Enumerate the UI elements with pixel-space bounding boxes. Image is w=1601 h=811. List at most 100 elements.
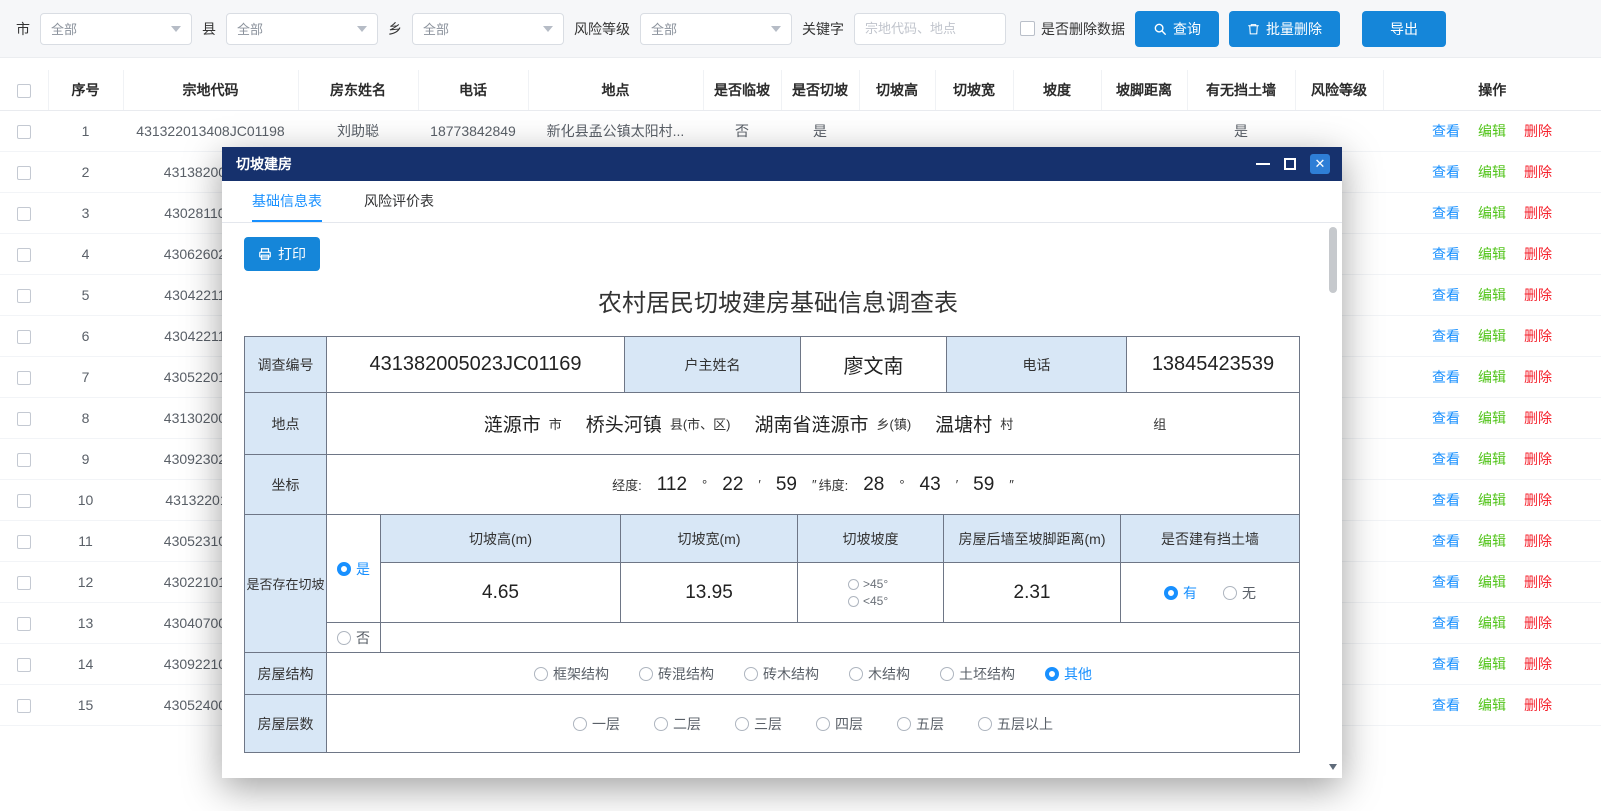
edit-link[interactable]: 编辑 — [1478, 369, 1506, 385]
query-button[interactable]: 查询 — [1135, 11, 1219, 47]
edit-link[interactable]: 编辑 — [1478, 533, 1506, 549]
view-link[interactable]: 查看 — [1432, 697, 1460, 713]
maximize-icon[interactable] — [1284, 158, 1296, 170]
city-select[interactable]: 全部 — [40, 13, 192, 45]
view-link[interactable]: 查看 — [1432, 369, 1460, 385]
edit-link[interactable]: 编辑 — [1478, 328, 1506, 344]
row-checkbox[interactable] — [17, 166, 31, 180]
radio-floors-2[interactable]: 三层 — [735, 714, 782, 734]
deleted-data-checkbox-group[interactable]: 是否删除数据 — [1020, 19, 1125, 39]
view-link[interactable]: 查看 — [1432, 615, 1460, 631]
view-link[interactable]: 查看 — [1432, 328, 1460, 344]
row-checkbox[interactable] — [17, 453, 31, 467]
radio-floors-0[interactable]: 一层 — [573, 714, 620, 734]
row-checkbox[interactable] — [17, 535, 31, 549]
radio-slope-gt45[interactable]: >45° — [848, 577, 888, 591]
edit-link[interactable]: 编辑 — [1478, 246, 1506, 262]
row-checkbox[interactable] — [17, 699, 31, 713]
scroll-down-arrow-icon[interactable] — [1329, 764, 1337, 770]
batch-delete-button[interactable]: 批量删除 — [1229, 11, 1340, 47]
row-checkbox[interactable] — [17, 658, 31, 672]
edit-link[interactable]: 编辑 — [1478, 123, 1506, 139]
edit-link[interactable]: 编辑 — [1478, 410, 1506, 426]
view-link[interactable]: 查看 — [1432, 492, 1460, 508]
radio-floors-1[interactable]: 二层 — [654, 714, 701, 734]
print-button[interactable]: 打印 — [244, 237, 320, 271]
county-select[interactable]: 全部 — [226, 13, 378, 45]
view-link[interactable]: 查看 — [1432, 533, 1460, 549]
edit-link[interactable]: 编辑 — [1478, 287, 1506, 303]
select-all-checkbox[interactable] — [17, 84, 31, 98]
close-icon[interactable]: ✕ — [1310, 154, 1330, 174]
delete-link[interactable]: 删除 — [1524, 123, 1552, 139]
row-checkbox[interactable] — [17, 371, 31, 385]
edit-link[interactable]: 编辑 — [1478, 697, 1506, 713]
edit-link[interactable]: 编辑 — [1478, 164, 1506, 180]
radio-wall-yes[interactable]: 有 — [1164, 583, 1197, 603]
row-checkbox[interactable] — [17, 125, 31, 139]
township-select[interactable]: 全部 — [412, 13, 564, 45]
row-checkbox[interactable] — [17, 289, 31, 303]
row-checkbox[interactable] — [17, 248, 31, 262]
view-link[interactable]: 查看 — [1432, 574, 1460, 590]
delete-link[interactable]: 删除 — [1524, 328, 1552, 344]
radio-dot — [534, 667, 548, 681]
edit-link[interactable]: 编辑 — [1478, 615, 1506, 631]
view-link[interactable]: 查看 — [1432, 656, 1460, 672]
row-checkbox[interactable] — [17, 330, 31, 344]
radio-slope-lt45[interactable]: <45° — [848, 594, 888, 608]
delete-link[interactable]: 删除 — [1524, 205, 1552, 221]
edit-link[interactable]: 编辑 — [1478, 205, 1506, 221]
delete-link[interactable]: 删除 — [1524, 574, 1552, 590]
scrollbar-thumb[interactable] — [1329, 227, 1337, 293]
view-link[interactable]: 查看 — [1432, 205, 1460, 221]
delete-link[interactable]: 删除 — [1524, 246, 1552, 262]
view-link[interactable]: 查看 — [1432, 410, 1460, 426]
wall-header: 是否建有挡土墙 — [1121, 515, 1300, 563]
minimize-icon[interactable] — [1256, 163, 1270, 165]
dialog-scrollbar[interactable] — [1328, 225, 1339, 770]
edit-link[interactable]: 编辑 — [1478, 656, 1506, 672]
delete-link[interactable]: 删除 — [1524, 410, 1552, 426]
radio-wall-no[interactable]: 无 — [1223, 583, 1256, 603]
tab-basic-info[interactable]: 基础信息表 — [252, 181, 322, 222]
view-link[interactable]: 查看 — [1432, 287, 1460, 303]
tab-risk-evaluation[interactable]: 风险评价表 — [364, 181, 434, 222]
row-checkbox[interactable] — [17, 576, 31, 590]
view-link[interactable]: 查看 — [1432, 123, 1460, 139]
edit-link[interactable]: 编辑 — [1478, 492, 1506, 508]
row-checkbox[interactable] — [17, 412, 31, 426]
view-link[interactable]: 查看 — [1432, 164, 1460, 180]
export-button[interactable]: 导出 — [1362, 11, 1446, 47]
row-checkbox[interactable] — [17, 494, 31, 508]
row-checkbox[interactable] — [17, 617, 31, 631]
radio-structure-3[interactable]: 木结构 — [849, 664, 910, 684]
delete-link[interactable]: 删除 — [1524, 164, 1552, 180]
delete-link[interactable]: 删除 — [1524, 287, 1552, 303]
delete-link[interactable]: 删除 — [1524, 369, 1552, 385]
delete-link[interactable]: 删除 — [1524, 615, 1552, 631]
delete-link[interactable]: 删除 — [1524, 492, 1552, 508]
radio-structure-1[interactable]: 砖混结构 — [639, 664, 714, 684]
radio-floors-3[interactable]: 四层 — [816, 714, 863, 734]
delete-link[interactable]: 删除 — [1524, 697, 1552, 713]
delete-link[interactable]: 删除 — [1524, 656, 1552, 672]
radio-floors-5[interactable]: 五层以上 — [978, 714, 1053, 734]
keyword-input[interactable] — [854, 13, 1006, 45]
radio-cut-exists-yes[interactable]: 是 — [337, 559, 370, 579]
risk-level-select[interactable]: 全部 — [640, 13, 792, 45]
radio-structure-4[interactable]: 土坯结构 — [940, 664, 1015, 684]
delete-link[interactable]: 删除 — [1524, 451, 1552, 467]
edit-link[interactable]: 编辑 — [1478, 574, 1506, 590]
radio-cut-exists-no[interactable]: 否 — [337, 628, 370, 648]
delete-link[interactable]: 删除 — [1524, 533, 1552, 549]
radio-floors-4[interactable]: 五层 — [897, 714, 944, 734]
view-link[interactable]: 查看 — [1432, 246, 1460, 262]
view-link[interactable]: 查看 — [1432, 451, 1460, 467]
edit-link[interactable]: 编辑 — [1478, 451, 1506, 467]
radio-structure-0[interactable]: 框架结构 — [534, 664, 609, 684]
radio-structure-5[interactable]: 其他 — [1045, 664, 1092, 684]
radio-structure-2[interactable]: 砖木结构 — [744, 664, 819, 684]
deleted-data-checkbox[interactable] — [1020, 21, 1035, 36]
row-checkbox[interactable] — [17, 207, 31, 221]
